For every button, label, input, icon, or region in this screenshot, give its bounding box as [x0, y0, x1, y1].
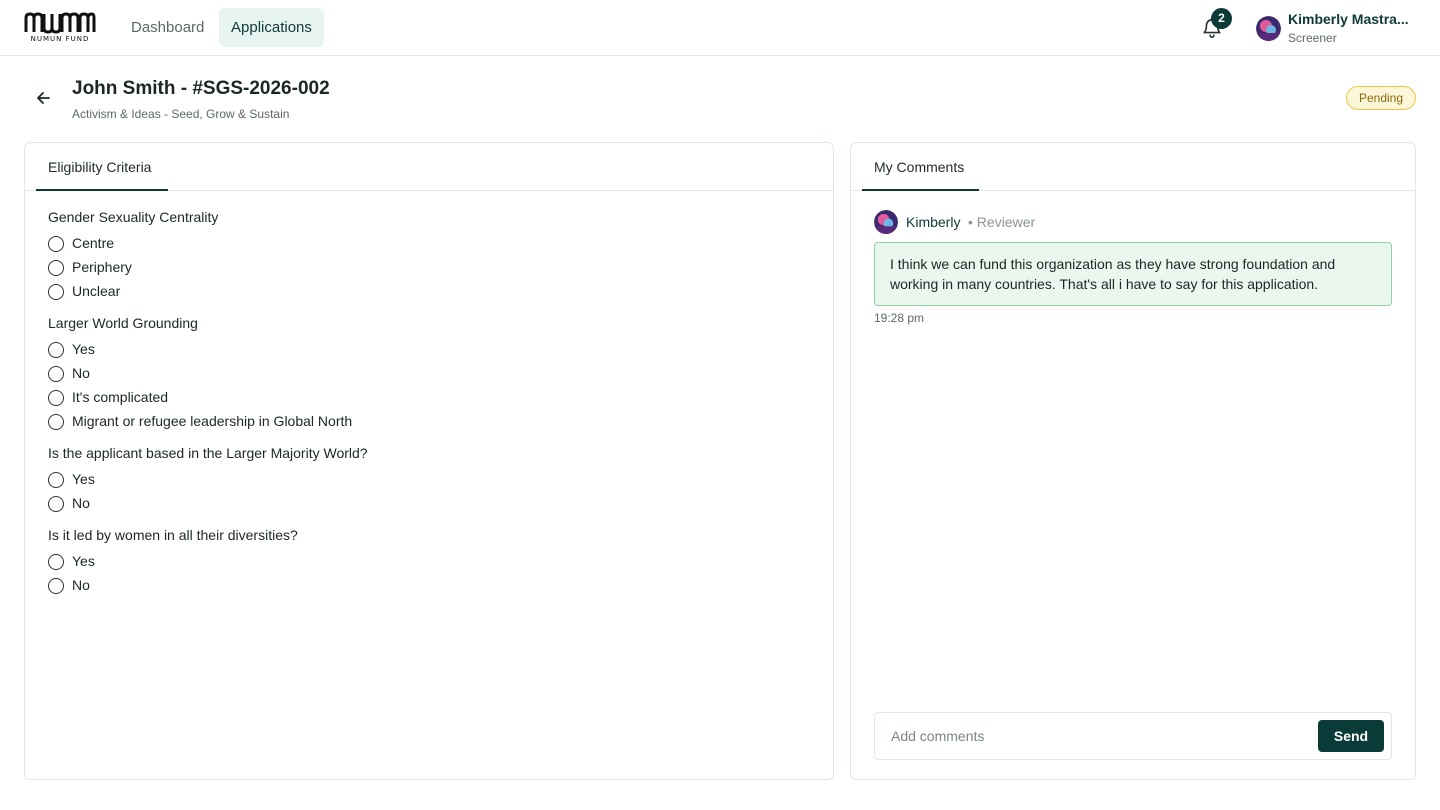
- question-title: Larger World Grounding: [48, 315, 198, 331]
- question-title: Is the applicant based in the Larger Maj…: [48, 445, 368, 461]
- radio-button[interactable]: [48, 390, 64, 406]
- radio-button[interactable]: [48, 236, 64, 252]
- nav-dashboard[interactable]: Dashboard: [119, 8, 216, 47]
- top-navbar: NUMUN FUND Dashboard Applications 2 Kimb…: [0, 0, 1440, 56]
- notifications-count-badge: 2: [1211, 8, 1232, 29]
- radio-button[interactable]: [48, 342, 64, 358]
- radio-button[interactable]: [48, 260, 64, 276]
- radio-option-label: No: [72, 365, 90, 381]
- comments-panel: My Comments Kimberly • Reviewer I think …: [850, 142, 1416, 780]
- back-arrow-icon[interactable]: [34, 88, 54, 108]
- comments-tabs: My Comments: [851, 143, 1415, 191]
- tab-eligibility-criteria[interactable]: Eligibility Criteria: [36, 143, 168, 191]
- nav-applications[interactable]: Applications: [219, 8, 324, 47]
- status-badge: Pending: [1346, 86, 1416, 110]
- radio-option-label: No: [72, 577, 90, 593]
- send-button[interactable]: Send: [1318, 720, 1384, 752]
- eligibility-panel: Eligibility Criteria Gender Sexuality Ce…: [24, 142, 834, 780]
- question-title: Gender Sexuality Centrality: [48, 209, 219, 225]
- radio-option-label: Unclear: [72, 283, 121, 299]
- radio-option-label: Centre: [72, 235, 115, 251]
- page-subtitle: Activism & Ideas - Seed, Grow & Sustain: [72, 107, 290, 121]
- comment-bubble: I think we can fund this organization as…: [874, 242, 1392, 306]
- radio-option-label: Yes: [72, 553, 95, 569]
- comment-author-role: • Reviewer: [968, 214, 1036, 230]
- comment-author: Kimberly: [906, 214, 961, 230]
- user-avatar[interactable]: [1256, 16, 1281, 41]
- radio-option-label: Yes: [72, 471, 95, 487]
- radio-option-label: Yes: [72, 341, 95, 357]
- tab-my-comments[interactable]: My Comments: [862, 143, 979, 191]
- user-name[interactable]: Kimberly Mastra...: [1288, 11, 1410, 27]
- question-title: Is it led by women in all their diversit…: [48, 527, 298, 543]
- comment-timestamp: 19:28 pm: [874, 311, 925, 325]
- logo-mark-icon: [24, 12, 96, 34]
- logo-text: NUMUN FUND: [30, 35, 90, 43]
- comment-composer: Send: [874, 712, 1392, 760]
- radio-button[interactable]: [48, 496, 64, 512]
- comment-author-avatar: [874, 210, 898, 234]
- numun-fund-logo[interactable]: NUMUN FUND: [24, 12, 96, 44]
- radio-option-label: No: [72, 495, 90, 511]
- eligibility-tabs: Eligibility Criteria: [25, 143, 833, 191]
- radio-button[interactable]: [48, 472, 64, 488]
- radio-button[interactable]: [48, 554, 64, 570]
- radio-button[interactable]: [48, 578, 64, 594]
- radio-option-label: It's complicated: [72, 389, 169, 405]
- radio-option-label: Periphery: [72, 259, 132, 275]
- radio-button[interactable]: [48, 366, 64, 382]
- comment-input[interactable]: [876, 714, 1306, 758]
- page-title: John Smith - #SGS-2026-002: [72, 78, 330, 99]
- radio-button[interactable]: [48, 414, 64, 430]
- radio-option-label: Migrant or refugee leadership in Global …: [72, 413, 353, 429]
- user-role: Screener: [1288, 31, 1337, 45]
- radio-button[interactable]: [48, 284, 64, 300]
